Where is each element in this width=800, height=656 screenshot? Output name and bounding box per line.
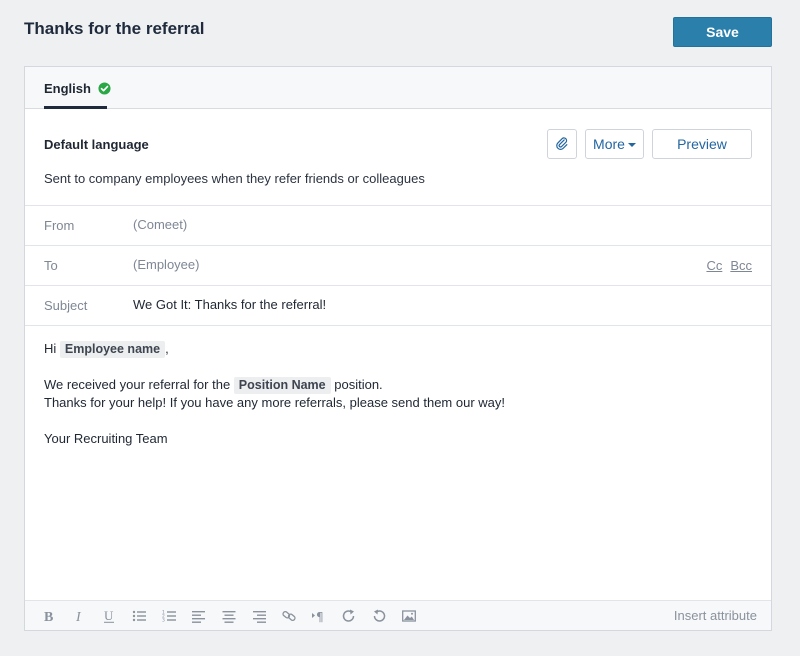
cc-link[interactable]: Cc xyxy=(706,258,722,273)
cc-bcc-links: Cc Bcc xyxy=(706,258,752,273)
employee-name-token[interactable]: Employee name xyxy=(59,341,166,358)
email-template-card: English Default language Sent to company… xyxy=(24,66,772,631)
from-label: From xyxy=(44,218,75,233)
more-label: More xyxy=(593,136,625,152)
greeting-comma: , xyxy=(165,341,169,356)
redo-icon[interactable] xyxy=(334,601,364,631)
text-direction-icon[interactable]: ¶ xyxy=(304,601,334,631)
tab-label: English xyxy=(44,80,91,96)
svg-text:U: U xyxy=(104,609,114,623)
from-field[interactable]: (Comeet) xyxy=(133,217,187,232)
from-row: From (Comeet) xyxy=(25,206,771,246)
greeting-line: Hi Employee name, xyxy=(44,340,752,358)
bullet-list-icon[interactable] xyxy=(124,601,154,631)
check-circle-icon xyxy=(98,82,111,95)
svg-text:I: I xyxy=(75,610,82,623)
editor-toolbar: B I U 123 ¶ Insert attribute xyxy=(25,600,771,630)
save-button[interactable]: Save xyxy=(673,17,772,47)
italic-icon[interactable]: I xyxy=(64,601,94,631)
language-tabs: English xyxy=(25,67,771,109)
svg-text:3: 3 xyxy=(162,617,165,623)
preview-button[interactable]: Preview xyxy=(652,129,752,159)
subject-row: Subject We Got It: Thanks for the referr… xyxy=(25,286,771,326)
svg-text:¶: ¶ xyxy=(316,610,324,623)
numbered-list-icon[interactable]: 123 xyxy=(154,601,184,631)
greeting-text: Hi xyxy=(44,341,57,356)
paperclip-icon xyxy=(555,136,569,153)
signature-line: Your Recruiting Team xyxy=(44,431,168,446)
svg-text:B: B xyxy=(44,610,53,623)
underline-icon[interactable]: U xyxy=(94,601,124,631)
align-right-icon[interactable] xyxy=(244,601,274,631)
language-section: Default language Sent to company employe… xyxy=(25,109,771,206)
tab-english[interactable]: English xyxy=(44,67,111,109)
insert-attribute-button[interactable]: Insert attribute xyxy=(674,608,757,623)
undo-icon[interactable] xyxy=(364,601,394,631)
language-title: Default language xyxy=(44,137,149,152)
link-icon[interactable] xyxy=(274,601,304,631)
referral-suffix: position. xyxy=(334,377,383,392)
align-center-icon[interactable] xyxy=(214,601,244,631)
more-button[interactable]: More xyxy=(585,129,644,159)
to-label: To xyxy=(44,258,58,273)
image-icon[interactable] xyxy=(394,601,424,631)
page-title: Thanks for the referral xyxy=(24,19,205,38)
to-row: To (Employee) Cc Bcc xyxy=(25,246,771,286)
language-description: Sent to company employees when they refe… xyxy=(44,171,425,186)
to-field[interactable]: (Employee) xyxy=(133,257,199,272)
subject-label: Subject xyxy=(44,298,88,313)
position-name-token[interactable]: Position Name xyxy=(233,377,331,394)
bold-icon[interactable]: B xyxy=(34,601,64,631)
thanks-line: Thanks for your help! If you have any mo… xyxy=(44,395,506,410)
referral-line: We received your referral for the Positi… xyxy=(44,376,752,394)
caret-down-icon xyxy=(627,143,636,147)
attach-button[interactable] xyxy=(547,129,577,159)
bcc-link[interactable]: Bcc xyxy=(730,258,752,273)
align-left-icon[interactable] xyxy=(184,601,214,631)
email-body-editor[interactable]: Hi Employee name, We received your refer… xyxy=(44,340,752,448)
subject-field[interactable]: We Got It: Thanks for the referral! xyxy=(133,297,326,312)
referral-text: We received your referral for the xyxy=(44,377,231,392)
